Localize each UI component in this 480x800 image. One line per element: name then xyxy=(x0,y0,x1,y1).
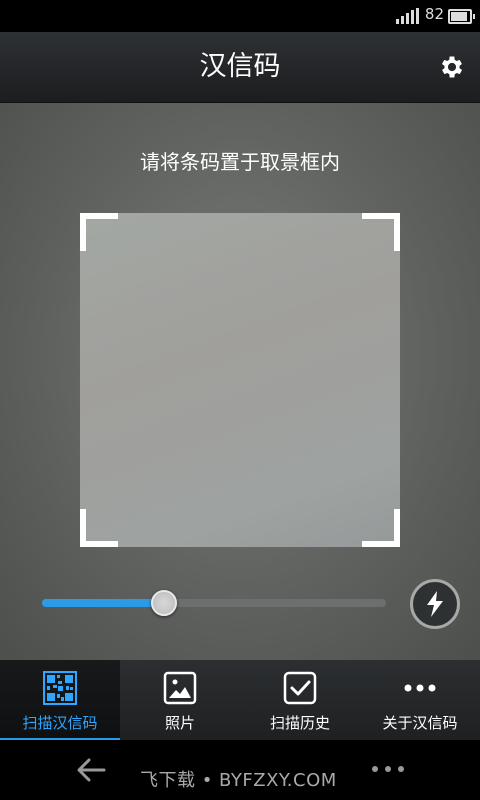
zoom-slider-thumb[interactable] xyxy=(151,590,177,616)
hanxin-code-icon xyxy=(43,671,77,705)
flash-button[interactable] xyxy=(410,579,460,629)
gear-icon[interactable] xyxy=(438,53,466,81)
viewfinder-frame xyxy=(80,213,400,547)
watermark-text: 飞下载 • BYFZXY.COM xyxy=(140,770,337,791)
tab-label: 扫描历史 xyxy=(269,714,330,732)
viewfinder-corner-top-left xyxy=(80,213,118,251)
viewfinder-corner-bottom-right xyxy=(362,509,400,547)
battery-icon xyxy=(448,9,475,24)
photo-icon xyxy=(163,671,197,705)
tab-about-hanxin[interactable]: 关于汉信码 xyxy=(360,660,480,740)
tab-scan-history[interactable]: 扫描历史 xyxy=(240,660,360,740)
tab-label: 扫描汉信码 xyxy=(22,714,98,732)
bottom-tab-bar: 扫描汉信码 照片 扫描历史 关于汉信码 xyxy=(0,660,480,740)
back-arrow-icon[interactable] xyxy=(76,756,106,784)
camera-preview: 请将条码置于取景框内 xyxy=(0,103,480,660)
viewfinder-corner-top-right xyxy=(362,213,400,251)
checkbox-icon xyxy=(283,671,317,705)
app-header: 汉信码 xyxy=(0,32,480,103)
lightning-icon xyxy=(427,591,443,617)
zoom-slider-fill xyxy=(42,599,154,607)
menu-dots-icon[interactable] xyxy=(372,766,404,774)
page-title: 汉信码 xyxy=(199,51,281,82)
viewfinder-corner-bottom-left xyxy=(80,509,118,547)
more-dots-icon xyxy=(404,684,436,692)
zoom-slider[interactable] xyxy=(42,590,386,616)
status-bar: 82 xyxy=(0,0,480,32)
battery-percentage: 82 xyxy=(424,5,444,23)
system-nav-bar: 飞下载 • BYFZXY.COM xyxy=(0,740,480,800)
tab-label: 照片 xyxy=(164,714,195,732)
scan-hint: 请将条码置于取景框内 xyxy=(140,150,340,174)
tab-label: 关于汉信码 xyxy=(382,714,458,732)
signal-icon xyxy=(396,8,419,24)
tab-photos[interactable]: 照片 xyxy=(120,660,240,740)
tab-scan-hanxin[interactable]: 扫描汉信码 xyxy=(0,660,120,740)
